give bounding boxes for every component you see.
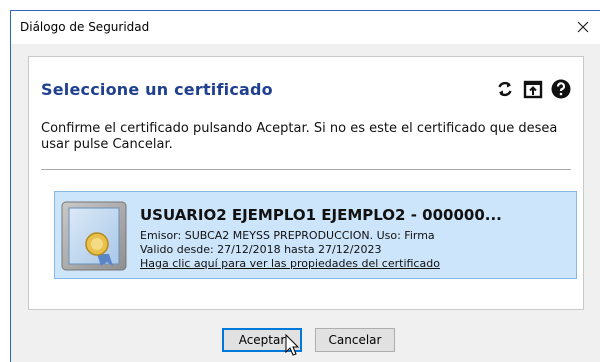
refresh-icon — [498, 81, 512, 97]
window-title: Diálogo de Seguridad — [20, 20, 150, 34]
instruction-text: Confirme el certificado pulsando Aceptar… — [41, 121, 558, 152]
panel-heading: Seleccione un certificado — [41, 80, 273, 99]
divider — [41, 169, 571, 170]
close-button[interactable] — [570, 15, 596, 39]
certificate-validity: Valido desde: 27/12/2018 hasta 27/12/202… — [140, 243, 382, 256]
refresh-button[interactable] — [495, 79, 515, 99]
cancel-button[interactable]: Cancelar — [315, 328, 395, 352]
certificate-name: USUARIO2 EJEMPLO1 EJEMPLO2 - 000000... — [140, 206, 502, 224]
certificate-icon — [61, 201, 127, 271]
certificate-item[interactable]: USUARIO2 EJEMPLO1 EJEMPLO2 - 000000... E… — [54, 191, 577, 279]
security-dialog: Diálogo de Seguridad Seleccione un certi… — [10, 10, 600, 362]
certificate-properties-link[interactable]: Haga clic aquí para ver las propiedades … — [140, 257, 440, 270]
panel-toolbar — [495, 79, 571, 99]
certificate-issuer: Emisor: SUBCA2 MEYSS PREPRODUCCION. Uso:… — [140, 229, 435, 242]
title-bar: Diálogo de Seguridad — [11, 11, 600, 44]
help-button[interactable] — [551, 79, 571, 99]
export-icon — [523, 80, 543, 99]
help-icon — [551, 79, 571, 99]
certificate-panel: Seleccione un certificado Confirme el ce… — [28, 56, 584, 310]
export-button[interactable] — [523, 79, 543, 99]
close-icon — [577, 21, 589, 33]
mouse-cursor-icon — [285, 334, 300, 356]
